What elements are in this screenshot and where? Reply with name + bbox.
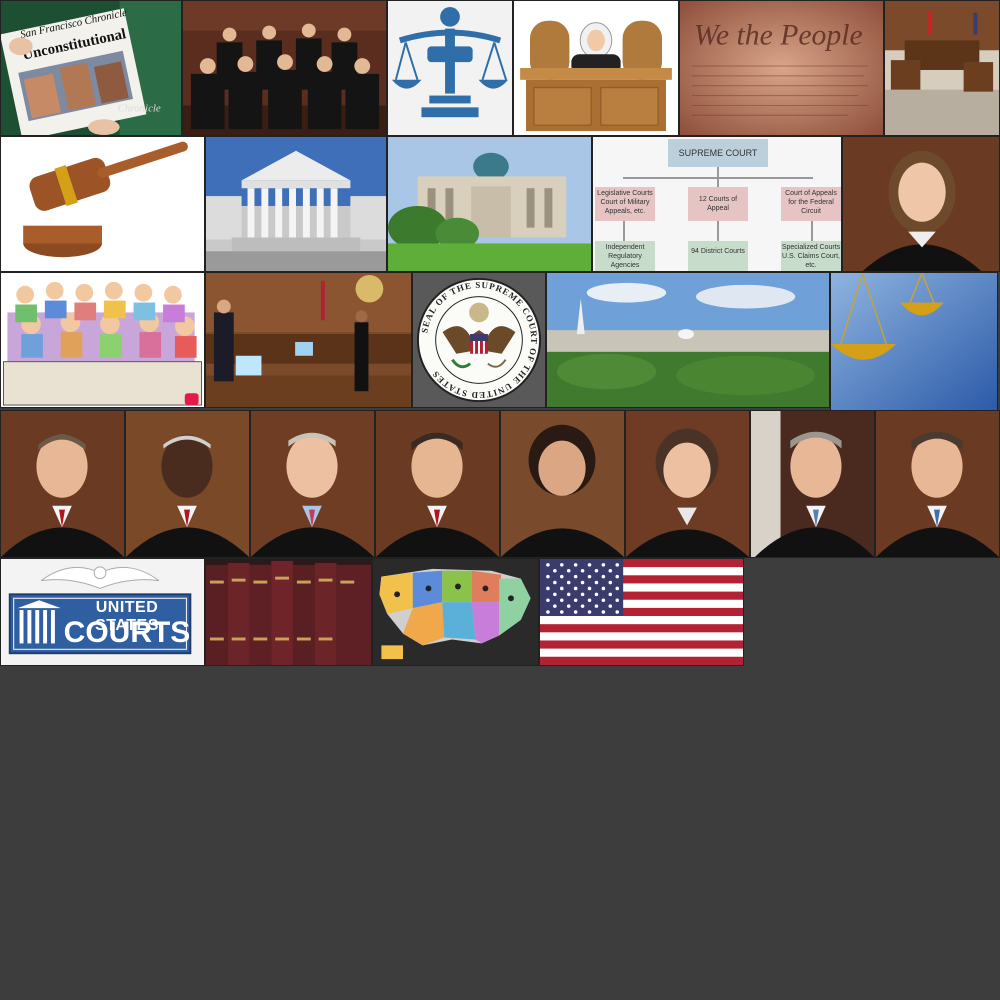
scales-of-justice-photo: [830, 272, 998, 412]
gavel-scales-icon: [387, 0, 513, 136]
judge-bench-illustration: [513, 0, 679, 136]
courtroom-photo: [884, 0, 1000, 136]
justice-portrait-kavanaugh: [875, 410, 1000, 558]
us-courts-logo: UNITED STATES COURTS: [0, 558, 205, 666]
us-courts-line2: COURTS: [63, 616, 191, 649]
law-books-photo: [205, 558, 372, 666]
justice-portrait-breyer: [250, 410, 375, 558]
justice-portrait-thomas: [125, 410, 250, 558]
justice-portrait-roberts: [0, 410, 125, 558]
chart-box-district-courts: 94 District Courts: [688, 241, 748, 271]
federal-circuits-map: [372, 558, 539, 666]
washington-dc-skyline-photo: [546, 272, 830, 408]
justice-portrait-barrett: [842, 136, 1000, 272]
chart-box-courts-of-appeal: 12 Courts of Appeal: [688, 187, 748, 221]
chart-box-specialized-courts: Specialized Courts U.S. Claims Court, et…: [781, 241, 841, 271]
supreme-court-seal: SEAL OF THE SUPREME COURT OF THE UNITED …: [412, 272, 546, 408]
american-flag: [539, 558, 744, 666]
justice-portrait-alito: [375, 410, 500, 558]
justice-portrait-gorsuch: [750, 410, 875, 558]
supreme-court-building-photo: [205, 136, 387, 272]
constitution-script: We the People: [694, 19, 863, 51]
federal-court-org-chart: SUPREME COURT Legislative Courts Court o…: [592, 136, 842, 272]
justices-group-photo: [182, 0, 387, 136]
rack-label: Chronicle: [118, 102, 161, 114]
chart-box-regulatory-agencies: Independent Regulatory Agencies: [595, 241, 655, 271]
newspaper-photo: San Francisco Chronicle Unconstitutional…: [0, 0, 182, 136]
chart-box-supreme-court: SUPREME COURT: [668, 139, 768, 167]
state-court-building-photo: [387, 136, 592, 272]
justice-portrait-sotomayor: [500, 410, 625, 558]
justice-portrait-kagan: [625, 410, 750, 558]
courtroom-argument-photo: [205, 272, 412, 408]
jury-cartoon: [0, 272, 205, 408]
chart-box-federal-circuit: Court of Appeals for the Federal Circuit: [781, 187, 841, 221]
chart-box-legislative-courts: Legislative Courts Court of Military App…: [595, 187, 655, 221]
constitution-parchment: We the People: [679, 0, 884, 136]
gavel-photo: [0, 136, 205, 272]
